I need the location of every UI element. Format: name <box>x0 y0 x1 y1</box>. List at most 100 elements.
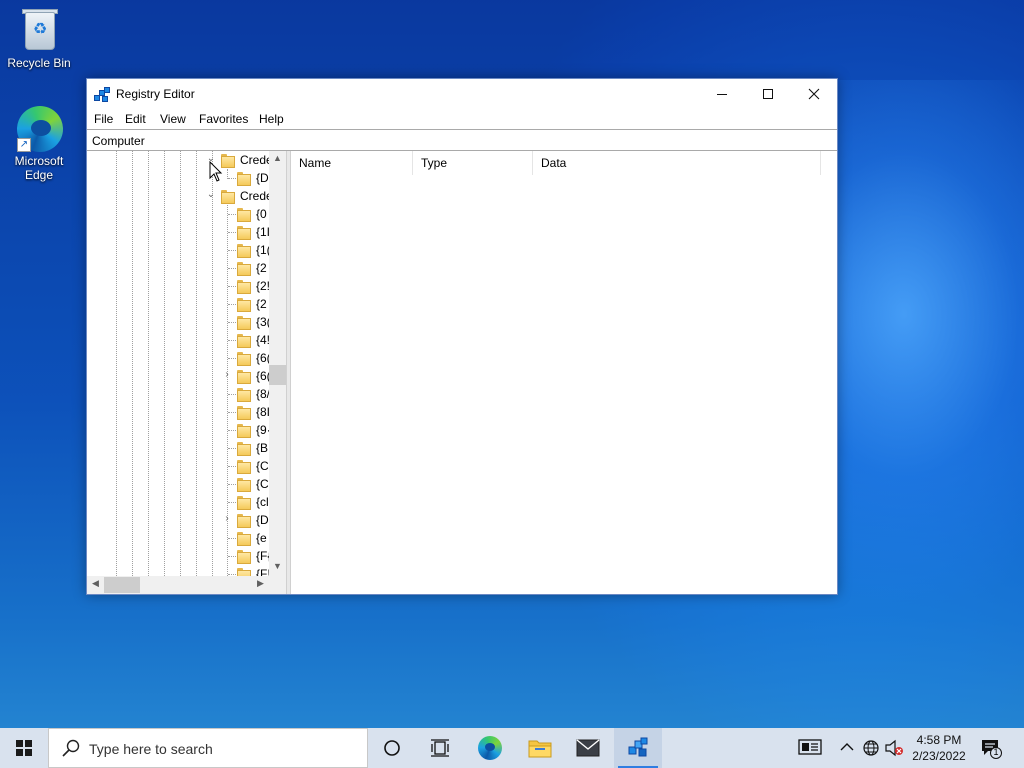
file-explorer-button[interactable] <box>516 728 564 768</box>
column-header-name[interactable]: Name <box>291 151 413 175</box>
news-icon <box>798 739 822 755</box>
network-button[interactable] <box>862 739 880 760</box>
start-button[interactable] <box>0 728 48 768</box>
tree-item[interactable]: {2! <box>87 277 270 295</box>
close-button[interactable] <box>791 79 837 109</box>
clock-time: 4:58 PM <box>916 733 962 747</box>
tree-item-label: {C <box>256 459 269 473</box>
edge-shortcut[interactable]: ↗ Microsoft Edge <box>1 104 77 182</box>
tree-item[interactable]: {D <box>87 169 269 187</box>
menu-edit[interactable]: Edit <box>125 112 146 126</box>
edge-icon <box>478 736 502 760</box>
key-tree[interactable]: ⌄ Crede {D ⌄ Crede {0 {1I {1({2 {2! {2 {3({4! {6(›{… <box>87 151 286 594</box>
tree-connector <box>228 304 236 305</box>
maximize-button[interactable] <box>745 79 791 109</box>
tree-item[interactable]: {cl <box>87 493 269 511</box>
menu-file[interactable]: File <box>94 112 113 126</box>
recycle-bin-shortcut[interactable]: ♻ Recycle Bin <box>1 6 77 70</box>
edge-icon: ↗ <box>15 104 63 152</box>
taskbar-edge-button[interactable] <box>466 728 514 768</box>
tree-item[interactable]: {8/ <box>87 385 271 403</box>
regedit-icon <box>628 737 648 757</box>
tree-connector <box>228 484 236 485</box>
tree-item[interactable]: {0 <box>87 205 269 223</box>
recycle-bin-label: Recycle Bin <box>7 56 71 70</box>
folder-icon <box>528 740 552 758</box>
tree-horizontal-scrollbar[interactable]: ◀ ▶ <box>87 576 269 594</box>
registry-editor-window: Registry Editor File Edit View Favorites… <box>86 78 838 595</box>
folder-icon <box>237 460 251 474</box>
tree-item-label: {8I <box>256 405 271 419</box>
tree-item[interactable]: {4! <box>87 331 270 349</box>
tree-item-label: {8/ <box>256 387 271 401</box>
tree-item[interactable]: {e <box>87 529 269 547</box>
volume-button[interactable] <box>884 739 904 760</box>
tree-connector <box>228 412 236 413</box>
tree-item-label: {D <box>256 171 269 185</box>
tree-connector <box>228 232 236 233</box>
column-header-data[interactable]: Data <box>533 151 821 175</box>
tree-item[interactable]: {9· <box>87 421 271 439</box>
scroll-up-arrow-icon[interactable]: ▲ <box>269 153 286 163</box>
chevron-up-icon <box>840 743 854 751</box>
tree-item-label: {C <box>256 477 269 491</box>
tree-horizontal-scroll-thumb[interactable] <box>104 577 140 593</box>
folder-icon <box>237 172 251 186</box>
cortana-button[interactable] <box>368 728 416 768</box>
regedit-icon <box>94 87 110 103</box>
tree-item[interactable]: {2 <box>87 295 269 313</box>
scroll-right-arrow-icon[interactable]: ▶ <box>252 578 269 589</box>
tree-item[interactable]: {C <box>87 457 269 475</box>
folder-icon <box>237 424 251 438</box>
menu-view[interactable]: View <box>160 112 186 126</box>
minimize-button[interactable] <box>699 79 745 109</box>
column-header-type[interactable]: Type <box>413 151 533 175</box>
folder-icon <box>237 406 251 420</box>
tree-item[interactable]: {B <box>87 439 269 457</box>
mail-button[interactable] <box>564 728 612 768</box>
title-bar[interactable]: Registry Editor <box>87 79 837 109</box>
collapse-chevron-icon[interactable]: ⌄ <box>206 189 216 200</box>
action-center-button[interactable]: 1 <box>980 737 1002 759</box>
scroll-down-arrow-icon[interactable]: ▼ <box>269 561 286 571</box>
taskbar-search-box[interactable]: Type here to search <box>48 728 368 768</box>
task-view-button[interactable] <box>416 728 464 768</box>
expand-chevron-icon[interactable]: › <box>222 513 232 524</box>
show-hidden-icons-button[interactable] <box>840 740 854 755</box>
tree-item[interactable]: {1I <box>87 223 271 241</box>
tree-item[interactable]: {3( <box>87 313 271 331</box>
value-list[interactable]: Name Type Data <box>291 151 837 594</box>
recycle-bin-icon: ♻ <box>15 6 63 54</box>
edge-label: Microsoft Edge <box>14 154 64 182</box>
system-clock[interactable]: 4:58 PM 2/23/2022 <box>904 732 974 764</box>
tree-item[interactable]: › {6( <box>87 367 271 385</box>
menu-favorites[interactable]: Favorites <box>199 112 248 126</box>
tree-item[interactable]: ⌄ Crede <box>87 151 273 169</box>
tree-item[interactable]: {8I <box>87 403 271 421</box>
folder-icon <box>237 388 251 402</box>
news-button[interactable] <box>798 738 822 759</box>
address-bar[interactable]: Computer <box>87 129 837 151</box>
folder-icon <box>237 550 251 564</box>
tree-item[interactable]: {1( <box>87 241 271 259</box>
tree-connector <box>228 430 236 431</box>
tree-vertical-scrollbar[interactable]: ▲ ▼ <box>269 151 286 576</box>
tree-item[interactable]: {6( <box>87 349 271 367</box>
folder-icon <box>237 532 251 546</box>
tree-item[interactable]: › {D <box>87 511 269 529</box>
tree-item[interactable]: ⌄ Crede <box>87 187 273 205</box>
cortana-circle-icon <box>384 740 400 756</box>
tree-connector <box>228 574 236 575</box>
tree-connector <box>228 466 236 467</box>
windows-logo-icon <box>16 740 32 756</box>
tree-item-label: {1I <box>256 225 271 239</box>
tree-item[interactable]: {F{ <box>87 547 271 565</box>
tree-item[interactable]: {2 <box>87 259 269 277</box>
tree-vertical-scroll-thumb[interactable] <box>269 365 286 385</box>
task-view-icon <box>431 739 449 757</box>
expand-chevron-icon[interactable]: › <box>222 369 232 380</box>
scroll-left-arrow-icon[interactable]: ◀ <box>87 578 104 589</box>
regedit-taskbar-button[interactable] <box>614 728 662 768</box>
tree-item[interactable]: {C <box>87 475 269 493</box>
menu-help[interactable]: Help <box>259 112 284 126</box>
